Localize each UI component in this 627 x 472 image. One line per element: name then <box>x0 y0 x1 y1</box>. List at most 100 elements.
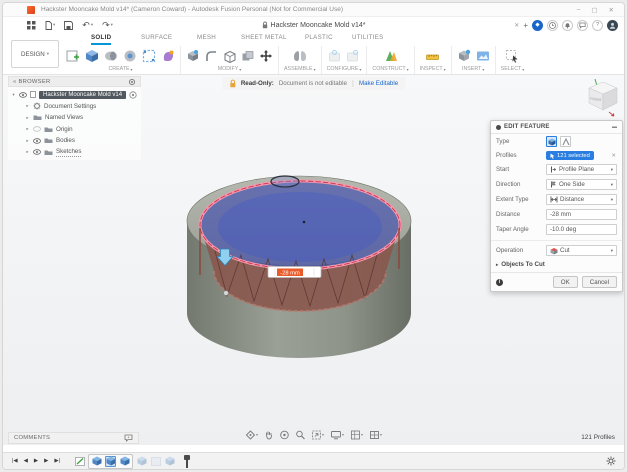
eye-icon[interactable] <box>33 149 41 155</box>
maximize-button[interactable]: ▢ <box>591 6 597 14</box>
make-editable-button[interactable]: Make Editable <box>352 80 398 87</box>
group-insert-dropdown[interactable]: INSERT▾ <box>462 66 484 72</box>
minimize-button[interactable]: – <box>577 6 581 14</box>
expand-collapsed-icon[interactable]: ▸ <box>25 138 30 144</box>
user-avatar[interactable] <box>607 20 618 31</box>
workspace-selector[interactable]: DESIGN ▾ <box>11 40 59 68</box>
revolve-button[interactable] <box>104 49 118 63</box>
timeline-settings-gear-icon[interactable] <box>606 456 616 466</box>
group-modify-dropdown[interactable]: MODIFY▾ <box>218 66 242 72</box>
group-configure-dropdown[interactable]: CONFIGURE▾ <box>327 66 362 72</box>
select-button[interactable] <box>505 49 520 63</box>
mooncake-mold-model[interactable]: -28 mm <box>153 151 453 366</box>
group-create-dropdown[interactable]: CREATE▾ <box>108 66 132 72</box>
orbit-button[interactable] <box>279 430 289 440</box>
view-cube[interactable]: FRONT <box>585 79 621 121</box>
app-menu-button[interactable] <box>27 21 36 30</box>
fillet-button[interactable] <box>205 50 218 63</box>
eye-icon[interactable] <box>33 138 41 144</box>
shell-button[interactable] <box>223 50 236 63</box>
direction-select[interactable]: One Side ▾ <box>546 179 617 190</box>
manipulator-point[interactable] <box>224 291 229 296</box>
undo-button[interactable]: ↶ ▾ <box>82 20 93 31</box>
eye-off-icon[interactable] <box>33 126 41 132</box>
timeline-suppressed-feature[interactable] <box>136 456 147 467</box>
type-thin-extrude-button[interactable] <box>560 136 571 147</box>
start-select[interactable]: Profile Plane ▾ <box>546 164 617 175</box>
extrude-button[interactable] <box>85 49 99 63</box>
dimension-input[interactable]: -28 mm <box>268 267 321 278</box>
root-node-label[interactable]: Hackster Mooncake Mold v14 <box>39 91 126 99</box>
position-button[interactable]: ▾ <box>245 430 258 440</box>
expand-open-icon[interactable]: ▾ <box>11 92 16 98</box>
create-form-button[interactable] <box>161 49 175 63</box>
dialog-header[interactable]: EDIT FEATURE ▬ <box>491 121 622 134</box>
eye-icon[interactable] <box>19 92 27 98</box>
info-icon[interactable]: i <box>496 279 503 286</box>
redo-button[interactable]: ↷ ▾ <box>102 20 113 31</box>
sketch-circle-profile[interactable] <box>271 176 299 187</box>
browser-root-node[interactable]: ▾ Hackster Mooncake Mold v14 <box>8 89 141 101</box>
construct-plane-button[interactable] <box>383 49 398 63</box>
taper-angle-input[interactable]: -10.0 deg <box>546 224 617 235</box>
create-sketch-button[interactable] <box>66 49 80 63</box>
display-settings-button[interactable]: ▾ <box>330 430 344 440</box>
document-tab[interactable]: Hackster Mooncake Mold v14* <box>262 17 366 33</box>
browser-item-named-views[interactable]: ▸ Named Views <box>8 112 141 124</box>
tab-surface[interactable]: SURFACE <box>141 34 172 43</box>
operation-select[interactable]: Cut ▾ <box>546 245 617 256</box>
measure-button[interactable] <box>425 50 440 63</box>
group-select-dropdown[interactable]: SELECT▾ <box>501 66 525 72</box>
objects-to-cut-expander[interactable]: ▸ Objects To Cut <box>491 258 622 272</box>
timeline-extrude-feature-editing[interactable] <box>105 456 116 467</box>
pattern-button[interactable] <box>142 49 156 63</box>
ok-button[interactable]: OK <box>553 276 578 288</box>
expand-collapsed-icon[interactable]: ▸ <box>25 115 30 121</box>
expand-collapsed-icon[interactable]: ▸ <box>25 103 30 109</box>
tab-solid[interactable]: SOLID <box>91 34 111 45</box>
timeline-suppressed-feature[interactable] <box>150 456 161 467</box>
browser-header[interactable]: « BROWSER <box>8 76 141 87</box>
timeline-step-forward-button[interactable]: ▶ <box>44 458 48 464</box>
timeline-sketch-feature[interactable] <box>74 456 85 467</box>
timeline-go-start-button[interactable]: |◀ <box>12 458 18 464</box>
combine-button[interactable] <box>241 50 254 63</box>
browser-item-document-settings[interactable]: ▸ Document Settings <box>8 101 141 113</box>
tab-sheet-metal[interactable]: SHEET METAL <box>241 34 287 43</box>
job-status-button[interactable] <box>547 20 558 31</box>
browser-item-bodies[interactable]: ▸ Bodies <box>8 135 141 147</box>
close-button[interactable]: ✕ <box>609 6 614 14</box>
pan-button[interactable] <box>264 430 273 440</box>
sweep-button[interactable] <box>123 49 137 63</box>
browser-item-sketches[interactable]: ▸ Sketches <box>8 147 141 159</box>
distance-input[interactable]: -28 mm <box>546 209 617 220</box>
extensions-button[interactable]: ◆ <box>532 20 543 31</box>
expand-collapsed-icon[interactable]: ▸ <box>25 126 30 132</box>
timeline-play-button[interactable]: ▶ <box>34 458 38 464</box>
timeline-step-back-button[interactable]: ◀ <box>24 458 28 464</box>
group-inspect-dropdown[interactable]: INSPECT▾ <box>420 66 446 72</box>
timeline-position-marker[interactable] <box>183 455 191 468</box>
profiles-selection-chip[interactable]: 121 selected <box>546 151 594 160</box>
group-construct-dropdown[interactable]: CONSTRUCT▾ <box>372 66 408 72</box>
notifications-button[interactable] <box>562 20 573 31</box>
help-button[interactable]: ? <box>592 20 603 31</box>
file-menu-button[interactable]: ▾ <box>45 21 55 30</box>
zoom-button[interactable] <box>295 430 305 440</box>
viewports-button[interactable]: ▾ <box>369 430 382 440</box>
display-settings-icon[interactable] <box>128 78 136 86</box>
expand-collapsed-icon[interactable]: ▸ <box>25 149 30 155</box>
grid-snaps-button[interactable]: ▾ <box>350 430 363 440</box>
insert-mcmaster-button[interactable] <box>457 49 471 63</box>
new-document-button[interactable]: + <box>523 21 528 30</box>
press-pull-button[interactable] <box>186 49 200 63</box>
cancel-button[interactable]: Cancel <box>582 276 617 288</box>
collapse-panel-icon[interactable]: « <box>13 79 17 85</box>
timeline-extrude-feature[interactable] <box>119 456 130 467</box>
extent-type-select[interactable]: Distance ▾ <box>546 194 617 205</box>
tab-mesh[interactable]: MESH <box>197 34 216 43</box>
browser-item-origin[interactable]: ▸ Origin <box>8 124 141 136</box>
close-document-button[interactable]: ✕ <box>514 22 519 29</box>
configuration-table-button[interactable] <box>346 50 359 63</box>
timeline-extrude-feature[interactable] <box>91 456 102 467</box>
